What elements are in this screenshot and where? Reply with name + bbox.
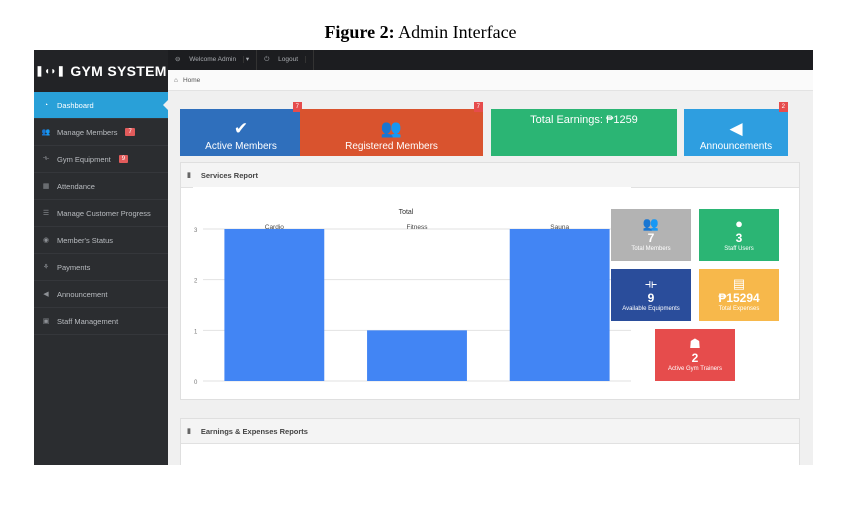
sidebar-item[interactable]: ⟛ Gym Equipment 9 <box>34 146 168 173</box>
summary-tile-value: 2 <box>691 350 699 365</box>
tasks-icon: ☰ <box>42 210 50 217</box>
breadcrumb-home[interactable]: Home <box>183 77 200 84</box>
users-icon: 👥 <box>41 129 51 136</box>
sidebar-item[interactable]: ▣ Staff Management <box>34 308 168 335</box>
summary-tile-value: 9 <box>647 290 655 305</box>
summary-tile-label: Active Gym Trainers <box>667 365 722 372</box>
hand-money-icon: ⚘ <box>42 264 50 271</box>
panel-icon: ▮ <box>187 428 191 435</box>
summary-tile[interactable]: ☗ 2 Active Gym Trainers <box>655 329 735 381</box>
sidebar-item-label: Announcement <box>57 289 108 299</box>
sidebar-item[interactable]: ◔ Dashboard <box>34 92 168 119</box>
summary-tile-value: 7 <box>647 230 655 245</box>
sidebar-item[interactable]: ☰ Manage Customer Progress <box>34 200 168 227</box>
sidebar-item-label: Dashboard <box>57 100 94 110</box>
dumbbell-icon: ⟛ <box>42 155 50 162</box>
summary-tile[interactable]: 👥 7 Total Members <box>611 209 691 261</box>
app-logo[interactable]: ❚◖◗❚ GYM SYSTEM <box>34 50 168 92</box>
sidebar-item-label: Staff Management <box>57 316 119 326</box>
staff-icon: ● <box>735 215 743 231</box>
admin-app: ❚◖◗❚ GYM SYSTEM ◔ Dashboard 👥 Manage Member… <box>34 50 813 465</box>
earnings-panel-title: Earnings & Expenses Reports <box>200 426 308 436</box>
stat-card-label: Active Members <box>205 141 277 152</box>
figure-label: Figure 2: <box>324 22 395 42</box>
calendar-icon: ▦ <box>42 183 50 190</box>
home-icon: ⌂ <box>174 76 178 84</box>
summary-tile-label: Total Members <box>631 245 671 252</box>
sidebar-item[interactable]: 👥 Manage Members 7 <box>34 119 168 146</box>
summary-tile-label: Staff Users <box>724 245 754 252</box>
sidebar-item-label: Manage Members <box>57 127 118 137</box>
category-label: Fitness <box>407 224 429 231</box>
chart-title: Total <box>399 209 414 216</box>
sidebar-item[interactable]: ▦ Attendance <box>34 173 168 200</box>
figure-caption: Figure 2: Admin Interface <box>0 22 841 43</box>
sidebar-item-label: Payments <box>57 262 91 272</box>
summary-tile-value: ₱15294 <box>718 290 760 305</box>
summary-tile-value: 3 <box>735 230 743 245</box>
services-panel-header: ▮ Services Report <box>181 163 799 188</box>
bullhorn-icon: ◀ <box>43 291 49 298</box>
stat-card-label: Total Earnings: ₱1259 <box>530 114 638 126</box>
panel-icon: ▮ <box>187 172 191 179</box>
users-icon: 👥 <box>642 215 660 231</box>
dashboard-icon: ◔ <box>43 101 49 109</box>
figure-title: Admin Interface <box>398 22 517 42</box>
logo-text: GYM SYSTEM <box>70 63 167 79</box>
sidebar-item-label: Gym Equipment <box>57 154 111 164</box>
services-panel: ▮ Services Report 0 1 2 3 Total Cardio Fitness… <box>180 162 800 400</box>
bar <box>509 229 610 381</box>
user-check-icon: ✔ <box>233 119 249 138</box>
bar <box>367 330 467 381</box>
services-panel-title: Services Report <box>200 170 258 180</box>
summary-tile-label: Total Expenses <box>718 305 760 312</box>
sidebar-item-badge: 7 <box>125 128 135 136</box>
summary-tile[interactable]: ● 3 Staff Users <box>699 209 779 261</box>
stat-card[interactable]: 👥 Registered Members 7 <box>300 102 483 156</box>
logout-label: Logout <box>271 56 307 63</box>
welcome-label: Welcome Admin <box>182 56 245 63</box>
eye-icon: ◉ <box>42 237 50 244</box>
stat-card-badge: 2 <box>778 102 788 112</box>
dumbbell-icon: ⟛ <box>645 275 657 291</box>
trainer-icon: ☗ <box>689 335 701 351</box>
welcome-menu[interactable]: ⊖ Welcome Admin ▾ <box>168 50 258 70</box>
top-bar: ⊖ Welcome Admin ▾ ⏻ Logout <box>168 50 813 70</box>
earnings-panel: ▮ Earnings & Expenses Reports <box>180 418 800 465</box>
sidebar-item[interactable]: ◀ Announcement <box>34 281 168 308</box>
sidebar-item-label: Attendance <box>57 181 95 191</box>
stat-card-label: Registered Members <box>345 141 438 152</box>
receipt-icon: ▤ <box>732 275 746 291</box>
stat-card[interactable]: ◀ Announcements 2 <box>684 102 788 156</box>
summary-tile-label: Available Equipments <box>622 305 680 312</box>
breadcrumb: ⌂ Home <box>168 70 813 91</box>
sidebar: ❚◖◗❚ GYM SYSTEM ◔ Dashboard 👥 Manage Member… <box>34 50 168 465</box>
sidebar-item-label: Manage Customer Progress <box>57 208 151 218</box>
sidebar-item[interactable]: ⚘ Payments <box>34 254 168 281</box>
earnings-panel-header: ▮ Earnings & Expenses Reports <box>181 419 799 444</box>
users-icon: 👥 <box>380 119 403 138</box>
stat-card[interactable]: Total Earnings: ₱1259 <box>491 109 677 156</box>
briefcase-icon: ▣ <box>42 318 50 325</box>
sidebar-nav: ◔ Dashboard 👥 Manage Members 7 ⟛ Gym Equipment… <box>34 92 168 335</box>
summary-tile[interactable]: ⟛ 9 Available Equipments <box>611 269 691 321</box>
bar <box>224 229 325 381</box>
sidebar-item[interactable]: ◉ Member's Status <box>34 227 168 254</box>
logout-link[interactable]: ⏻ Logout <box>257 50 315 70</box>
stat-card-badge: 7 <box>473 102 483 112</box>
stat-card[interactable]: ✔ Active Members 7 <box>180 102 302 156</box>
summary-tile[interactable]: ▤ ₱15294 Total Expenses <box>699 269 779 321</box>
bullhorn-icon: ◀ <box>729 119 743 138</box>
dumbbell-logo-icon: ❚◖◗❚ <box>35 65 66 77</box>
sidebar-item-badge: 9 <box>118 155 129 163</box>
stat-card-label: Announcements <box>699 141 773 152</box>
sidebar-item-label: Member's Status <box>57 235 114 245</box>
